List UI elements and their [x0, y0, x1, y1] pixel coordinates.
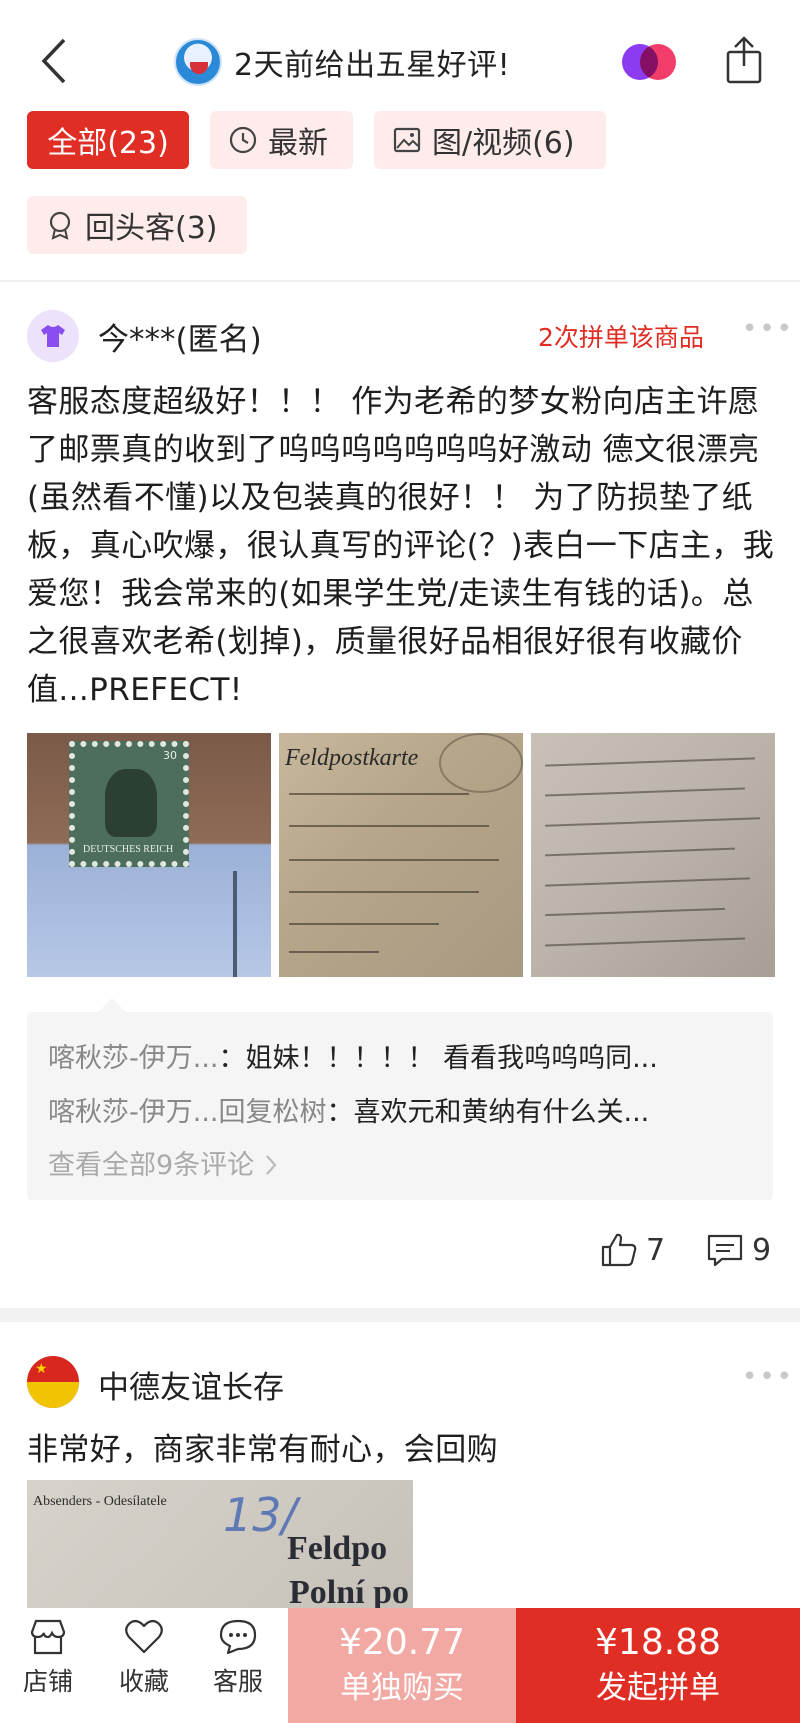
tab-returning-label: 回头客(3) [85, 211, 218, 246]
solo-price: ¥20.77 [339, 1622, 465, 1663]
comment-button[interactable]: 9 [706, 1232, 771, 1268]
reviewer-name: 今***(匿名) [98, 322, 262, 358]
stamp-image: 30 DEUTSCHES REICH [69, 741, 189, 867]
shop-label: 店铺 [22, 1667, 73, 1696]
avatar[interactable] [27, 310, 79, 362]
tab-photo-video[interactable]: 图/视频(6) [374, 111, 606, 169]
favorite-label: 收藏 [118, 1667, 169, 1696]
top-nav-bar: 2天前给出五星好评! [0, 0, 800, 110]
chevron-left-icon[interactable] [36, 36, 76, 86]
review-photo-fieldpost[interactable]: Absenders - Odesílatele 13/ Feldpo Polní… [27, 1480, 413, 1610]
review-photo-stamp[interactable]: 30 DEUTSCHES REICH [27, 733, 271, 977]
page-title: 2天前给出五星好评! [234, 48, 511, 83]
review-text: 客服态度超级好！！！ 作为老希的梦女粉向店主许愿了邮票真的收到了呜呜呜呜呜呜呜好… [27, 384, 775, 708]
repeat-purchase-badge: 2次拼单该商品 [538, 323, 704, 352]
tshirt-icon [41, 325, 65, 347]
customer-service-button[interactable]: 客服 [198, 1618, 278, 1698]
tab-all-label: 全部(23) [47, 126, 169, 161]
medal-icon [49, 211, 71, 240]
reviewer-name: 中德友谊长存 [98, 1370, 284, 1406]
tab-photo-video-label: 图/视频(6) [432, 126, 575, 161]
chat-bubble-icon [219, 1619, 257, 1655]
chevron-right-icon [265, 1155, 277, 1175]
comment-item[interactable]: 喀秋莎-伊万...：姐妹！！！！！ 看看我呜呜呜同... [48, 1036, 658, 1075]
comment-user: 喀秋莎-伊万... [48, 1097, 219, 1128]
customer-service-label: 客服 [212, 1667, 263, 1696]
avatar[interactable]: ★ [27, 1356, 79, 1408]
more-options-icon[interactable]: ••• [742, 1362, 794, 1392]
tab-latest[interactable]: 最新 [210, 111, 353, 169]
view-all-comments-link[interactable]: 查看全部9条评论 [48, 1143, 279, 1182]
review-text: 非常好，商家非常有耐心，会回购 [27, 1432, 498, 1468]
comment-reply-to: 回复松树 [218, 1097, 327, 1128]
tab-latest-label: 最新 [268, 126, 328, 161]
group-label: 发起拼单 [596, 1670, 720, 1706]
tab-all[interactable]: 全部(23) [27, 111, 189, 169]
comment-user: 喀秋莎-伊万... [48, 1043, 219, 1074]
brand-logo-icon [622, 44, 676, 80]
comment-text: 喜欢元和黄纳有什么关... [353, 1097, 650, 1128]
heart-icon [125, 1619, 163, 1654]
more-options-icon[interactable]: ••• [742, 314, 794, 344]
thumbs-up-icon [601, 1233, 637, 1267]
review-photo-letter[interactable] [531, 733, 775, 977]
buy-alone-button[interactable]: ¥20.77 单独购买 [288, 1608, 516, 1723]
comment-item[interactable]: 喀秋莎-伊万...回复松树：喜欢元和黄纳有什么关... [48, 1090, 649, 1129]
group-price: ¥18.88 [595, 1622, 721, 1663]
like-count: 7 [646, 1232, 666, 1268]
store-icon [30, 1619, 66, 1655]
solo-label: 单独购买 [340, 1670, 464, 1706]
shop-avatar [174, 38, 222, 86]
section-divider [0, 1308, 800, 1322]
image-icon [393, 127, 421, 153]
like-button[interactable]: 7 [600, 1232, 665, 1268]
start-group-buy-button[interactable]: ¥18.88 发起拼单 [516, 1608, 800, 1723]
comment-box-pointer [98, 998, 126, 1012]
favorite-button[interactable]: 收藏 [104, 1618, 184, 1698]
comment-icon [707, 1234, 743, 1267]
star-icon: ★ [35, 1361, 48, 1377]
comment-count: 9 [752, 1232, 772, 1268]
comment-text: 姐妹！！！！！ 看看我呜呜呜同... [245, 1043, 658, 1074]
share-icon[interactable] [724, 36, 764, 84]
tab-returning-customers[interactable]: 回头客(3) [27, 196, 247, 254]
review-photo-postcard[interactable]: Feldpostkarte [279, 733, 523, 977]
shop-button[interactable]: 店铺 [8, 1618, 88, 1698]
divider [0, 280, 800, 282]
clock-icon [229, 126, 257, 154]
